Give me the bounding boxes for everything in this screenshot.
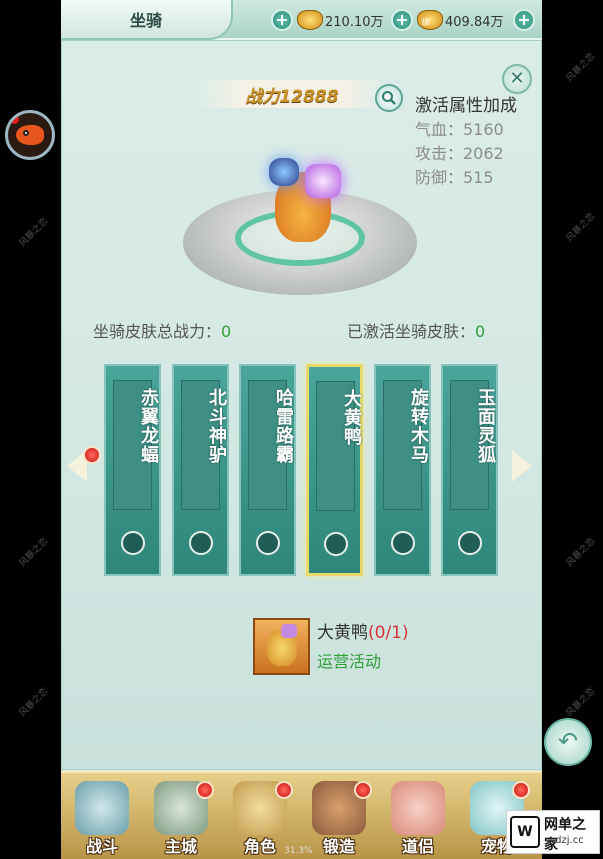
skin-card[interactable]: 哈雷路霸 (239, 364, 296, 576)
skin-name: 玉面灵狐 (475, 388, 496, 464)
top-bar: 坐骑 + 210.10万 + 绑 409.84万 + (61, 0, 542, 40)
activated-skins-value: 0 (475, 322, 486, 341)
gold-amount: 210.10万 (325, 15, 384, 30)
notification-dot (83, 446, 101, 464)
skin-slot-icon (324, 532, 348, 556)
loading-percent: 31.3% (284, 846, 313, 856)
item-name: 大黄鸭(0/1) (317, 618, 409, 643)
skin-card[interactable]: 赤翼龙蝠 (104, 364, 161, 576)
activated-attributes: 激活属性加成 气血：5160 攻击：2062 防御：515 (415, 94, 517, 190)
logo-mark-icon: W (510, 816, 540, 848)
watermark: 风暴之恋 (17, 686, 51, 719)
battle-icon (75, 781, 129, 835)
back-arrow-icon[interactable]: ↶ (544, 718, 592, 766)
skin-name: 哈雷路霸 (273, 388, 294, 464)
activated-skins-label: 已激活坐骑皮肤： (347, 322, 476, 341)
skin-name: 赤翼龙蝠 (138, 388, 159, 464)
add-currency-button[interactable]: + (513, 9, 535, 31)
nav-item-main-city[interactable]: 主城 (142, 773, 220, 859)
attributes-title: 激活属性加成 (415, 96, 517, 116)
duck-item-icon (267, 624, 297, 666)
logo-text: 网单之家 (544, 817, 586, 853)
watermark: 风暴之恋 (564, 51, 598, 84)
skin-total-power-label: 坐骑皮肤总战力： (93, 322, 222, 341)
watermark: 风暴之恋 (564, 211, 598, 244)
attribute-defense: 防御：515 (415, 168, 494, 187)
bound-gold-ingot-icon: 绑 (417, 10, 443, 30)
notification-dot (512, 781, 530, 799)
skin-card-selected[interactable]: 大黄鸭 (306, 364, 363, 576)
skin-item-icon[interactable] (253, 618, 310, 675)
skin-name: 北斗神驴 (206, 388, 227, 464)
mount-panel: 坐骑 + 210.10万 + 绑 409.84万 + ✕ 战力12888 激活属… (61, 0, 592, 857)
player-avatar-bubble[interactable] (5, 110, 55, 160)
notification-dot (354, 781, 372, 799)
item-source-link[interactable]: 运营活动 (317, 648, 381, 672)
gold-ingot-icon (297, 10, 323, 30)
skin-slot-icon (189, 531, 213, 555)
mount-preview (183, 150, 417, 298)
skin-card[interactable]: 北斗神驴 (172, 364, 229, 576)
skin-name: 大黄鸭 (341, 389, 362, 446)
nav-label: 道侣 (401, 837, 434, 856)
skin-name: 旋转木马 (408, 388, 429, 464)
skin-slot-icon (121, 531, 145, 555)
nav-item-battle[interactable]: 战斗 (63, 773, 141, 859)
fish-avatar-icon (16, 125, 44, 145)
combat-power-banner: 战力12888 (197, 80, 387, 108)
skin-total-power-value: 0 (221, 322, 232, 341)
skin-card[interactable]: 玉面灵狐 (441, 364, 498, 576)
skin-card[interactable]: 旋转木马 (374, 364, 431, 576)
attribute-attack: 攻击：2062 (415, 144, 504, 163)
companion-icon (391, 781, 445, 835)
bound-badge: 绑 (422, 18, 430, 27)
logo-url: wdzj.cc (547, 835, 584, 846)
nav-label: 主城 (164, 837, 197, 856)
magnifier-icon (382, 91, 396, 105)
watermark: 风暴之恋 (564, 686, 598, 719)
close-button[interactable]: ✕ (502, 64, 532, 94)
notification-dot (10, 115, 19, 124)
skin-slot-icon (391, 531, 415, 555)
skin-total-power: 坐骑皮肤总战力：0 (93, 318, 231, 342)
item-name-text: 大黄鸭 (317, 623, 368, 643)
bound-gold-amount: 409.84万 (445, 15, 504, 30)
yellow-duck-mount-model (269, 158, 341, 242)
add-bound-gold-button[interactable]: + (391, 9, 413, 31)
item-progress: (0/1) (368, 623, 409, 643)
notification-dot (275, 781, 293, 799)
attribute-hp: 气血：5160 (415, 120, 504, 139)
tab-mount[interactable]: 坐骑 (61, 0, 233, 40)
watermark: 风暴之恋 (564, 536, 598, 569)
skin-slot-icon (256, 531, 280, 555)
nav-item-companion[interactable]: 道侣 (379, 773, 457, 859)
nav-label: 战斗 (85, 837, 118, 856)
site-logo: W 网单之家 wdzj.cc (506, 810, 600, 854)
watermark: 风暴之恋 (17, 216, 51, 249)
add-gold-button[interactable]: + (271, 9, 293, 31)
notification-dot (196, 781, 214, 799)
watermark: 风暴之恋 (17, 536, 51, 569)
search-icon[interactable] (375, 84, 403, 112)
skin-slot-icon (458, 531, 482, 555)
activated-skins: 已激活坐骑皮肤：0 (347, 318, 485, 342)
scroll-right-arrow-icon[interactable] (512, 450, 532, 482)
